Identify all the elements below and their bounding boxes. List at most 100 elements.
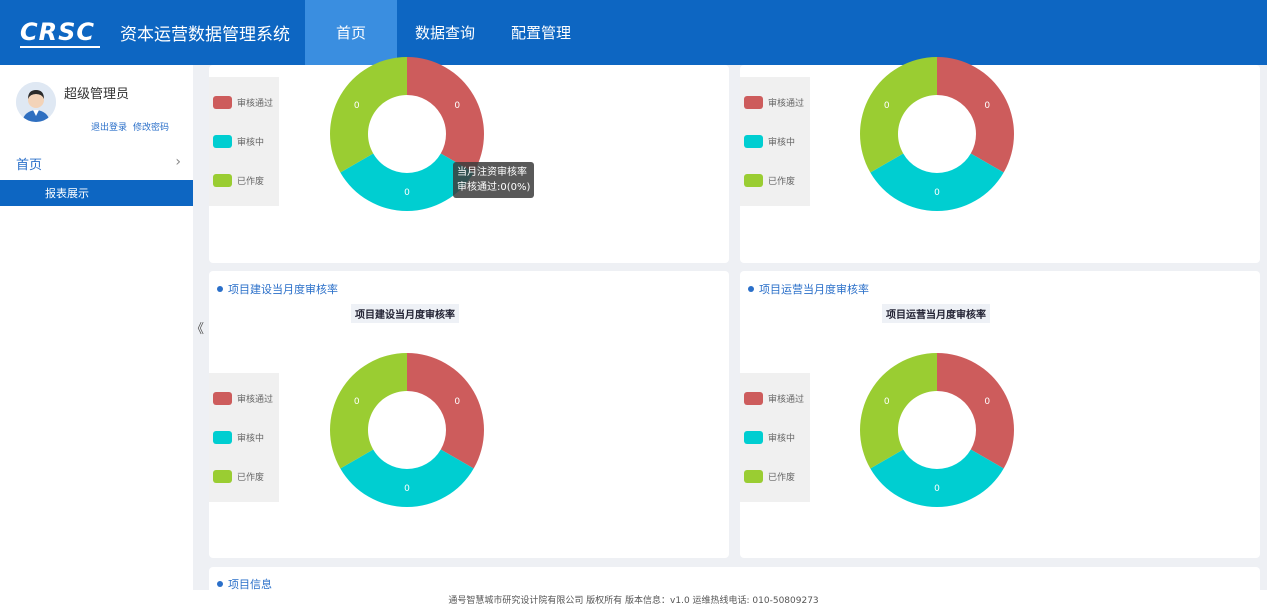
tooltip-line: 当月注资审核率 [457,167,527,178]
slice-approved[interactable] [937,353,1014,469]
legend-swatch [213,96,232,109]
crsc-logo[interactable]: CRSC [20,17,102,48]
logo-underline [20,45,100,48]
slice-value-label: 0 [984,397,990,407]
chevron-right-icon: › [175,154,181,170]
tooltip-line: 审核通过:0(0%) [457,182,531,193]
legend-item-approved[interactable]: 审核通过 [213,83,279,122]
legend-label: 审核通过 [237,99,274,109]
slice-approved[interactable] [407,57,484,173]
donut-chart[interactable]: 0 0 0 [328,351,486,509]
legend-label: 已作废 [237,177,265,187]
sidebar-item-home[interactable]: 首页 › [0,151,193,175]
logout-link[interactable]: 退出登录 [91,120,127,133]
legend-swatch [213,174,232,187]
sidebar: 超级管理员 退出登录 修改密码 首页 › 报表展示 [0,65,193,590]
legend-swatch [744,135,763,148]
donut-chart[interactable]: 0 0 0 [858,55,1016,213]
slice-pending[interactable] [870,153,1004,212]
slice-pending[interactable] [870,449,1004,508]
footer: 通号智慧城市研究设计院有限公司 版权所有 版本信息：v1.0 运维热线电话: 0… [0,590,1267,612]
legend-item-approved[interactable]: 审核通过 [744,83,810,122]
legend-item-pending[interactable]: 审核中 [213,418,279,457]
legend-label: 审核中 [237,434,265,444]
legend-item-approved[interactable]: 审核通过 [744,379,810,418]
sidebar-collapse-button[interactable]: 《 [191,318,204,337]
user-links: 退出登录 修改密码 [91,120,169,133]
legend-swatch [213,135,232,148]
panel-title: 项目建设当月度审核率 [217,281,338,297]
legend-item-voided[interactable]: 已作废 [213,161,279,200]
slice-value-label: 0 [354,397,360,407]
chart-legend: 审核通过 审核中 已作废 [209,373,279,502]
legend-swatch [744,96,763,109]
chart-legend: 审核通过 审核中 已作废 [740,373,810,502]
legend-item-pending[interactable]: 审核中 [213,122,279,161]
legend-swatch [744,174,763,187]
slice-voided[interactable] [860,353,937,469]
sidebar-item-label: 报表展示 [45,187,89,200]
legend-label: 审核通过 [237,395,274,405]
slice-voided[interactable] [330,57,407,173]
legend-item-approved[interactable]: 审核通过 [213,379,279,418]
panel-project-construction: 项目建设当月度审核率 项目建设当月度审核率 审核通过 审核中 已作废 0 0 0 [209,271,729,558]
legend-swatch [213,392,232,405]
change-password-link[interactable]: 修改密码 [133,120,169,133]
chart-tooltip: 当月注资审核率 审核通过:0(0%) [453,162,535,198]
avatar [16,82,56,122]
legend-item-voided[interactable]: 已作废 [213,457,279,496]
top-header: CRSC 资本运营数据管理系统 首页 数据查询 配置管理 [0,0,1267,65]
chart-legend: 审核通过 审核中 已作废 [740,77,810,206]
panel-title-text: 项目运营当月度审核率 [759,283,869,296]
panel-top-left: 审核通过 审核中 已作废 0 0 0 当月注资审核率 审核通过:0(0%) [209,57,729,263]
app-title: 资本运营数据管理系统 [120,25,290,45]
legend-label: 已作废 [768,473,796,483]
slice-value-label: 0 [934,484,940,494]
legend-label: 审核中 [768,434,796,444]
slice-value-label: 0 [984,101,990,111]
legend-swatch [213,470,232,483]
slice-value-label: 0 [884,101,890,111]
nav-config-management[interactable]: 配置管理 [493,0,589,65]
slice-value-label: 0 [884,397,890,407]
sidebar-item-label: 首页 [16,157,43,173]
legend-label: 审核通过 [768,395,805,405]
bullet-dot-icon [217,286,223,292]
legend-swatch [213,431,232,444]
legend-label: 已作废 [237,473,265,483]
legend-item-voided[interactable]: 已作废 [744,161,810,200]
legend-swatch [744,470,763,483]
panel-project-operation: 项目运营当月度审核率 项目运营当月度审核率 审核通过 审核中 已作废 0 0 0 [740,271,1260,558]
logo-text: CRSC [20,17,95,46]
donut-chart[interactable]: 0 0 0 [858,351,1016,509]
legend-label: 审核中 [768,138,796,148]
legend-label: 审核通过 [768,99,805,109]
user-avatar-icon [16,82,56,122]
slice-approved[interactable] [937,57,1014,173]
slice-voided[interactable] [330,353,407,469]
panel-title: 项目运营当月度审核率 [748,281,869,297]
legend-label: 已作废 [768,177,796,187]
sidebar-item-report-display[interactable]: 报表展示 [0,180,193,206]
bullet-dot-icon [217,581,223,587]
legend-item-voided[interactable]: 已作废 [744,457,810,496]
slice-pending[interactable] [340,449,474,508]
slice-value-label: 0 [404,188,410,198]
chart-title: 项目运营当月度审核率 [882,304,990,323]
slice-approved[interactable] [407,353,484,469]
legend-item-pending[interactable]: 审核中 [744,122,810,161]
legend-label: 审核中 [237,138,265,148]
user-name: 超级管理员 [64,87,130,102]
chart-title: 项目建设当月度审核率 [351,304,459,323]
slice-value-label: 0 [354,101,360,111]
slice-value-label: 0 [454,397,460,407]
slice-voided[interactable] [860,57,937,173]
bullet-dot-icon [748,286,754,292]
panel-title-text: 项目建设当月度审核率 [228,283,338,296]
legend-item-pending[interactable]: 审核中 [744,418,810,457]
legend-swatch [744,392,763,405]
chart-legend: 审核通过 审核中 已作废 [209,77,279,206]
slice-value-label: 0 [404,484,410,494]
legend-swatch [744,431,763,444]
slice-value-label: 0 [934,188,940,198]
